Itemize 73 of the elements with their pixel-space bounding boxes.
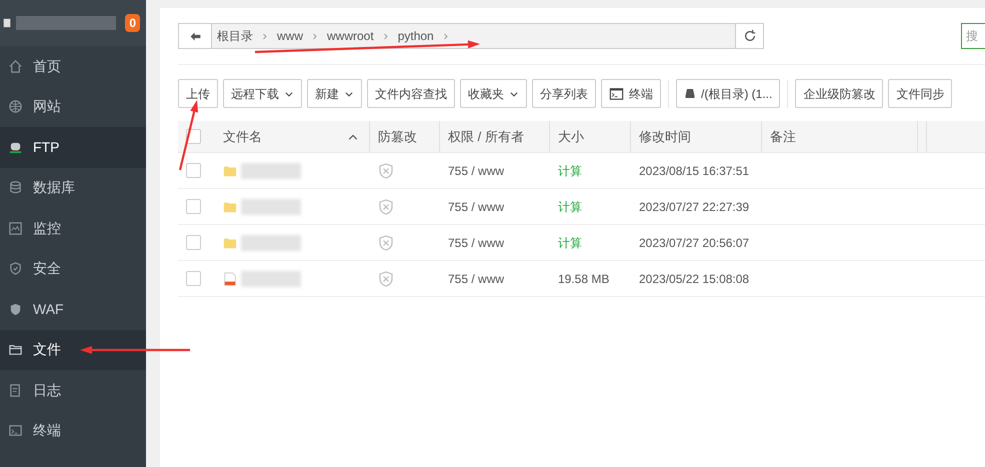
- chevron-icon: [382, 32, 390, 40]
- toolbar-button[interactable]: 企业级防篡改: [795, 79, 884, 108]
- chevron-icon: [261, 32, 269, 40]
- database-icon: [8, 180, 23, 196]
- search-field[interactable]: 搜: [961, 23, 985, 49]
- sidebar-item[interactable]: WAF: [0, 289, 146, 330]
- toolbar-button[interactable]: 文件内容查找: [367, 79, 455, 108]
- table-cell-text: 755 / www: [447, 234, 506, 252]
- table-cell-text: 19.58 MB: [557, 270, 610, 288]
- column-header[interactable]: 修改时间: [639, 126, 691, 146]
- refresh-icon: [742, 29, 756, 43]
- shield-icon: [8, 261, 23, 276]
- table-cell-text: 755 / www: [447, 162, 506, 180]
- monitor-icon: [8, 220, 23, 236]
- row-checkbox[interactable]: [186, 199, 201, 214]
- column-header[interactable]: 权限 / 所有者: [448, 126, 524, 146]
- table-cell-text: 755 / www: [447, 198, 506, 216]
- sidebar-item[interactable]: 文件: [0, 330, 146, 370]
- table-cell-text: 755 / www: [447, 270, 506, 288]
- home-icon: [8, 58, 23, 74]
- logo-icon: [2, 16, 12, 30]
- table-cell-text: 2023/07/27 22:27:39: [638, 198, 750, 216]
- table-cell-text: 2023/05/22 15:08:08: [638, 270, 750, 288]
- toolbar-button[interactable]: 上传: [178, 79, 218, 108]
- blurred-filename: [241, 162, 301, 178]
- shield-icon: [378, 234, 394, 252]
- toolbar-button[interactable]: 远程下载: [223, 79, 302, 108]
- shield-icon: [378, 270, 394, 288]
- sidebar-item[interactable]: 数据库: [0, 168, 146, 208]
- toolbar-button[interactable]: 终端: [601, 79, 661, 108]
- breadcrumb-link[interactable]: www: [277, 27, 303, 45]
- row-checkbox[interactable]: [186, 163, 201, 178]
- toolbar-button[interactable]: /(根目录) (1...: [676, 79, 780, 108]
- sidebar-item[interactable]: 首页: [0, 46, 146, 86]
- sidebar-item[interactable]: 终端: [0, 410, 146, 451]
- breadcrumb-link[interactable]: wwwroot: [327, 27, 374, 45]
- table-cell-text: 2023/08/15 16:37:51: [638, 162, 750, 180]
- breadcrumb-link[interactable]: 根目录: [217, 27, 253, 45]
- folder-icon: [8, 342, 23, 358]
- log-icon: [8, 382, 23, 398]
- row-checkbox[interactable]: [186, 271, 201, 286]
- breadcrumb-link[interactable]: python: [398, 27, 434, 45]
- chevron-icon: [442, 32, 450, 40]
- shield-icon: [378, 198, 394, 216]
- sidebar-item[interactable]: 日志: [0, 370, 146, 410]
- back-button[interactable]: [178, 23, 212, 49]
- terminal-icon: [8, 423, 23, 438]
- toolbar-button[interactable]: 收藏夹: [460, 79, 527, 108]
- toolbar-button[interactable]: 新建: [307, 79, 362, 108]
- blurred-filename: [241, 234, 301, 250]
- row-checkbox[interactable]: [186, 235, 201, 250]
- column-header[interactable]: 防篡改: [378, 126, 417, 146]
- table-cell-text: 2023/07/27 20:56:07: [638, 234, 750, 252]
- blurred-filename: [241, 270, 301, 286]
- sidebar-item[interactable]: 监控: [0, 208, 146, 248]
- column-header[interactable]: 大小: [558, 126, 584, 146]
- toolbar-button[interactable]: 分享列表: [532, 79, 596, 108]
- refresh-button[interactable]: [736, 23, 764, 49]
- chevron-icon: [311, 32, 319, 40]
- blurred-filename: [241, 198, 301, 214]
- breadcrumb-bar[interactable]: 根目录 www wwwroot python: [212, 23, 736, 49]
- file-icon: [223, 270, 237, 286]
- sidebar-item[interactable]: 网站: [0, 86, 146, 127]
- globe-icon: [8, 99, 23, 114]
- sidebar-item[interactable]: 安全: [0, 248, 146, 289]
- shield-icon: [378, 162, 394, 180]
- shield-icon: [8, 302, 23, 317]
- column-header[interactable]: 备注: [770, 126, 796, 146]
- annotation-arrow: [178, 100, 198, 170]
- column-header[interactable]: 文件名: [223, 126, 262, 146]
- toolbar-button[interactable]: 文件同步: [888, 79, 952, 108]
- sidebar-item[interactable]: FTP: [0, 127, 146, 168]
- terminal-icon: [609, 86, 624, 100]
